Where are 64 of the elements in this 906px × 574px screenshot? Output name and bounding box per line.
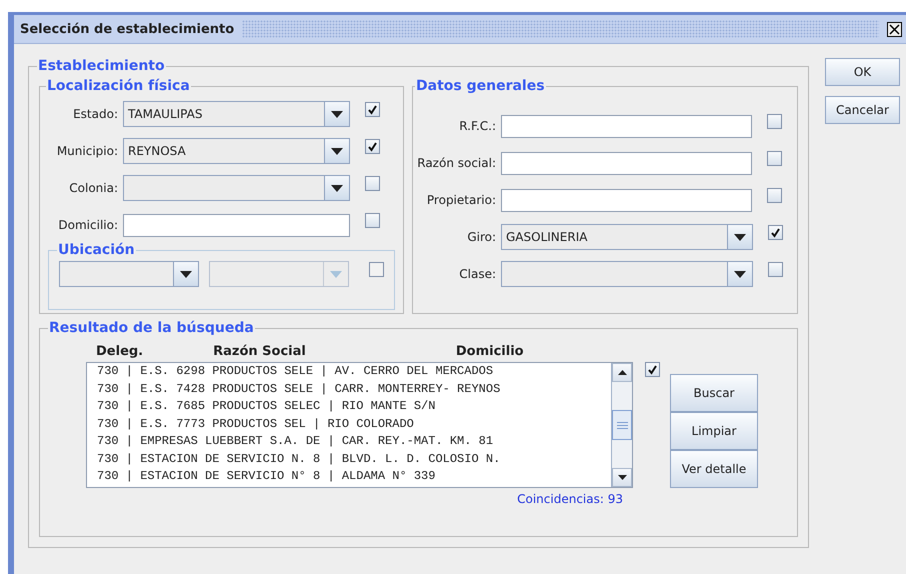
checkbox[interactable] — [645, 362, 660, 377]
list-item[interactable]: 730 | E.S. 7773 PRODUCTOS SEL | RIO COLORADO — [97, 416, 611, 433]
scroll-down-icon[interactable] — [618, 475, 626, 480]
list-item[interactable]: 730 | E.S. 6298 PRODUCTOS SELE | AV. CERRO DEL MERCADOS — [97, 363, 611, 380]
checkbox[interactable] — [767, 151, 782, 166]
group-title: Ubicación — [57, 242, 136, 258]
checkbox[interactable] — [369, 262, 384, 277]
window-title: Selección de establecimiento — [20, 22, 234, 36]
input-field[interactable] — [123, 214, 350, 236]
dialog-button[interactable]: Cancelar — [825, 96, 900, 124]
field-label: Giro: — [466, 230, 496, 244]
caret-icon — [331, 148, 343, 154]
field-label: Domicilio: — [57, 218, 118, 232]
dropdown[interactable]: GASOLINERIA — [501, 224, 753, 250]
caret-icon — [331, 110, 343, 118]
group-title: Resultado de la búsqueda — [48, 320, 255, 336]
dropdown[interactable]: REYNOSA — [123, 138, 350, 164]
list-item[interactable]: 730 | E.S. 7428 PRODUCTOS SELE | CARR. MONTERREY- REYNOS — [97, 380, 611, 398]
dialog-button[interactable]: OK — [825, 58, 900, 86]
caret-icon — [330, 270, 342, 278]
caret-icon — [734, 270, 746, 278]
list-item[interactable]: 730 | EMPRESAS LUEBBERT S.A. DE | CAR. REY.-MAT. KM. 81 — [97, 433, 611, 450]
scroll-up-icon[interactable] — [618, 370, 626, 375]
group-title: Datos generales — [415, 78, 546, 94]
checkbox[interactable] — [365, 102, 380, 117]
action-button[interactable]: Limpiar — [670, 412, 758, 450]
match-count: Coincidencias: 93 — [517, 492, 623, 506]
field-label: Razón social: — [417, 156, 496, 170]
column-header: Domicilio — [456, 344, 524, 358]
field-label: Clase: — [458, 267, 496, 281]
checkbox[interactable] — [365, 176, 380, 191]
checkbox[interactable] — [365, 139, 380, 154]
field-label: Propietario: — [426, 193, 496, 207]
checkbox[interactable] — [767, 188, 782, 203]
group-title: Establecimiento — [37, 58, 166, 74]
checkbox[interactable] — [768, 262, 783, 277]
dropdown[interactable] — [501, 261, 753, 287]
dropdown[interactable]: TAMAULIPAS — [123, 101, 350, 127]
close-icon[interactable] — [887, 22, 902, 36]
field-label: Colonia: — [68, 181, 118, 195]
checkbox[interactable] — [767, 114, 782, 129]
group-title: Localización física — [46, 78, 191, 94]
caret-icon — [331, 184, 343, 192]
scrollbar[interactable] — [611, 363, 632, 487]
input-field[interactable] — [501, 152, 752, 174]
caret-icon — [734, 234, 746, 240]
checkbox[interactable] — [768, 225, 783, 240]
column-header: Razón Social — [213, 344, 306, 358]
list-item[interactable]: 730 | ESTACION DE SERVICIO N. 8 | BLVD. L. D. COLOSIO N. — [97, 450, 611, 468]
dropdown[interactable] — [59, 261, 199, 287]
action-button[interactable]: Ver detalle — [670, 450, 758, 488]
action-button[interactable]: Buscar — [670, 374, 758, 412]
list-item[interactable]: 730 | ESTACION DE SERVICIO N° 8 | ALDAMA N° 339 — [97, 468, 611, 486]
field-label: R.F.C.: — [458, 119, 496, 133]
dropdown[interactable] — [123, 175, 350, 201]
grip-icon — [616, 422, 628, 428]
input-field[interactable] — [501, 188, 752, 212]
input-field[interactable] — [501, 114, 752, 138]
caret-icon — [180, 270, 192, 278]
field-label: Estado: — [72, 107, 118, 121]
field-label: Municipio: — [56, 144, 118, 158]
column-header: Deleg. — [96, 344, 144, 358]
checkbox[interactable] — [365, 213, 380, 228]
list-item[interactable]: 730 | E.S. 7685 PRODUCTOS SELEC | RIO MANTE S/N — [97, 398, 611, 416]
